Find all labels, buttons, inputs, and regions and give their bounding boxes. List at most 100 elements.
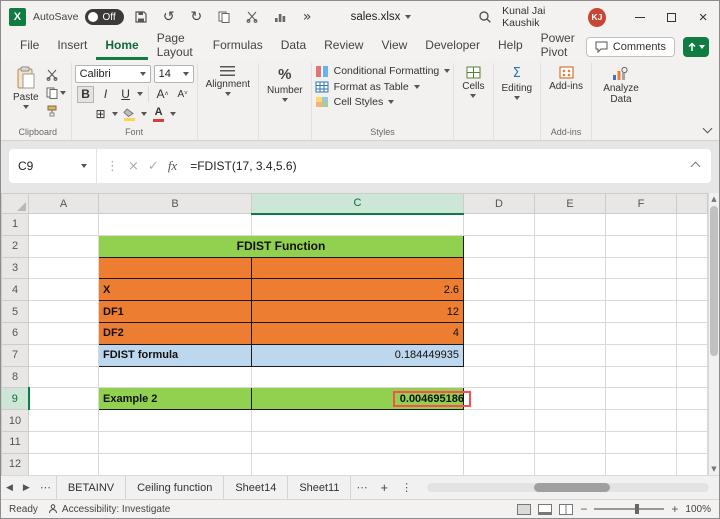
cell[interactable] <box>28 365 99 389</box>
horizontal-scrollbar[interactable] <box>427 483 709 492</box>
cell[interactable] <box>605 409 677 432</box>
autosave-toggle[interactable]: Off <box>85 9 124 25</box>
row-header-12[interactable]: 12 <box>1 452 29 475</box>
cell[interactable] <box>605 278 677 302</box>
zoom-out-button[interactable]: − <box>580 502 587 516</box>
font-name-select[interactable]: Calibri <box>74 64 151 83</box>
user-name[interactable]: Kunal Jai Kaushik <box>502 5 580 29</box>
row-header-7[interactable]: 7 <box>1 343 29 367</box>
cell[interactable] <box>534 409 606 432</box>
cell[interactable] <box>676 365 708 389</box>
cell[interactable] <box>534 234 606 258</box>
number-button[interactable]: % Number <box>262 63 308 102</box>
page-layout-view-button[interactable] <box>538 503 553 515</box>
cell[interactable] <box>534 387 606 411</box>
cell[interactable] <box>605 256 677 280</box>
enter-check-icon[interactable]: ✓ <box>148 159 159 174</box>
expand-formula-bar-icon[interactable] <box>690 161 701 171</box>
maximize-button[interactable] <box>656 1 688 33</box>
cancel-icon[interactable]: × <box>128 159 139 174</box>
cell[interactable] <box>605 452 677 475</box>
tab-review[interactable]: Review <box>315 33 372 60</box>
cell[interactable] <box>28 343 99 367</box>
cell[interactable] <box>463 430 535 454</box>
document-title[interactable]: sales.xlsx <box>351 11 412 23</box>
cell-styles-button[interactable]: Cell Styles <box>315 96 395 108</box>
cell[interactable] <box>251 213 464 236</box>
cell[interactable] <box>605 430 677 454</box>
row-header-9[interactable]: 9 <box>1 387 30 411</box>
cell[interactable] <box>676 430 708 454</box>
cell[interactable] <box>534 300 606 323</box>
cell[interactable] <box>605 321 677 345</box>
scroll-down-icon[interactable]: ▼ <box>711 465 716 473</box>
cell[interactable] <box>98 365 252 389</box>
cell[interactable] <box>605 300 677 323</box>
tab-file[interactable]: File <box>11 33 48 60</box>
redo-icon[interactable]: ↻ <box>186 6 207 28</box>
cell[interactable] <box>28 409 99 432</box>
cell[interactable] <box>676 213 708 236</box>
cell[interactable] <box>28 300 99 323</box>
cell[interactable] <box>676 300 708 323</box>
cell-c6-df2-value[interactable]: 4 <box>251 321 464 345</box>
select-all-corner[interactable] <box>1 193 29 214</box>
cell[interactable] <box>28 256 99 280</box>
insert-function-icon[interactable]: fx <box>168 158 177 174</box>
cell[interactable] <box>676 256 708 280</box>
bold-button[interactable]: B <box>77 85 95 103</box>
share-button[interactable] <box>683 36 709 57</box>
cell-b9-example-label[interactable]: Example 2 <box>98 387 252 411</box>
tab-insert[interactable]: Insert <box>48 33 96 60</box>
format-as-table-button[interactable]: Format as Table <box>315 81 420 93</box>
tab-power-pivot[interactable]: Power Pivot <box>532 31 586 60</box>
chart-icon[interactable] <box>269 6 290 28</box>
formula-input[interactable]: =FDIST(17, 3.4,5.6) <box>186 159 296 173</box>
cell[interactable] <box>463 452 535 475</box>
normal-view-button[interactable] <box>517 503 532 515</box>
cell-c4-x-value[interactable]: 2.6 <box>251 278 464 302</box>
decrease-font-button[interactable]: A ˅ <box>174 86 191 103</box>
cell[interactable] <box>676 234 708 258</box>
cell[interactable] <box>676 343 708 367</box>
undo-icon[interactable]: ↺ <box>158 6 179 28</box>
cell[interactable] <box>28 452 99 475</box>
cell[interactable] <box>463 343 535 367</box>
sheet-scroll-left-icon[interactable]: ◀ <box>1 476 18 499</box>
row-header-3[interactable]: 3 <box>1 256 29 280</box>
cell[interactable] <box>251 430 464 454</box>
collapse-ribbon-icon[interactable] <box>702 123 713 134</box>
font-size-select[interactable]: 14 <box>153 64 194 83</box>
cell[interactable] <box>98 213 252 236</box>
cell[interactable] <box>605 343 677 367</box>
cut-icon[interactable] <box>241 6 262 28</box>
cell[interactable] <box>28 278 99 302</box>
cell[interactable] <box>28 387 99 411</box>
cell-c5-df1-value[interactable]: 12 <box>251 300 464 323</box>
vertical-scroll-thumb[interactable] <box>710 206 718 356</box>
column-header-b[interactable]: B <box>98 193 252 214</box>
cell-b5-df1-label[interactable]: DF1 <box>98 300 252 323</box>
cell[interactable] <box>534 430 606 454</box>
underline-button[interactable]: U <box>117 86 134 103</box>
cell[interactable] <box>463 365 535 389</box>
cell[interactable] <box>534 452 606 475</box>
quick-access-overflow-icon[interactable]: » <box>297 6 318 28</box>
hidden-sheets-right-icon[interactable]: ⋯ <box>351 476 372 499</box>
cell[interactable] <box>534 321 606 345</box>
spreadsheet-grid[interactable]: A B C D E F 1 2 FDIST Function 3 4 X 2.6… <box>1 193 708 475</box>
comments-button[interactable]: Comments <box>585 36 675 57</box>
save-icon[interactable] <box>131 6 152 28</box>
cell-b6-df2-label[interactable]: DF2 <box>98 321 252 345</box>
fill-color-button[interactable] <box>121 106 138 123</box>
increase-font-button[interactable]: A ˄ <box>154 86 171 103</box>
cell-c7-fdist-value[interactable]: 0.184449935 <box>251 343 464 367</box>
row-header-6[interactable]: 6 <box>1 321 29 345</box>
name-box[interactable]: C9 <box>9 149 97 183</box>
tab-help[interactable]: Help <box>489 33 532 60</box>
cell-b4-x-label[interactable]: X <box>98 278 252 302</box>
zoom-slider[interactable] <box>594 504 665 514</box>
tab-home[interactable]: Home <box>96 33 148 60</box>
row-header-4[interactable]: 4 <box>1 278 29 302</box>
sheet-tab-betainv[interactable]: BETAINV <box>55 476 127 499</box>
